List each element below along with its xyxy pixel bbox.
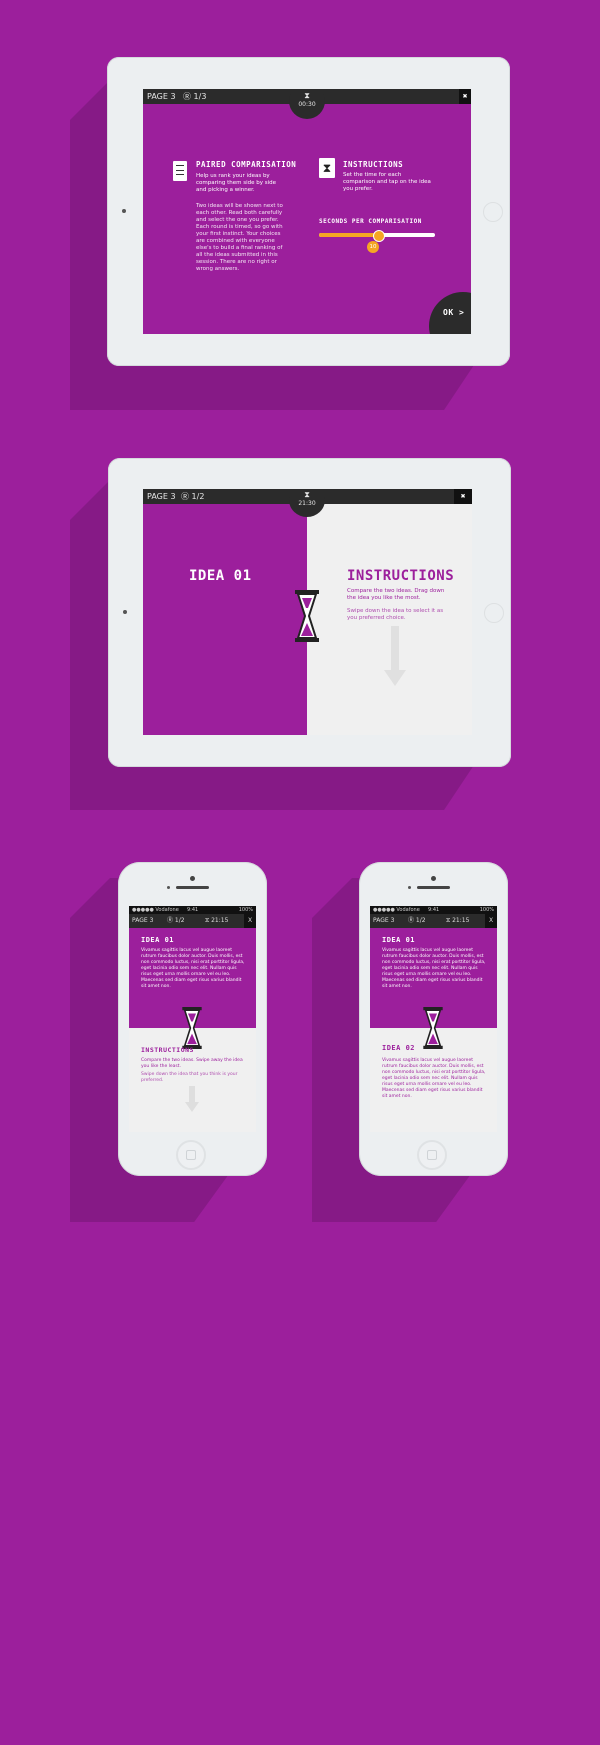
home-button[interactable]: [483, 202, 503, 222]
battery: 100%: [479, 907, 494, 913]
instructions-line1: Compare the two ideas. Drag down the ide…: [347, 588, 445, 601]
hourglass-icon: ⧗: [304, 490, 310, 499]
tablet1-screen: PAGE 3 Ⓡ 1/3 ✖ ⧗ 00:30 PAIRED COMPARISAT…: [143, 89, 471, 334]
hourglass-card-icon: ⧗: [319, 158, 335, 178]
timer-hub: ⧗ 00:30: [289, 89, 325, 119]
camera-dot: [123, 610, 127, 614]
paired-body: Two ideas will be shown next to each oth…: [196, 203, 283, 272]
close-button[interactable]: ✖: [459, 89, 471, 104]
top-bar: PAGE 3 Ⓡ 1/2 ⧖ 21:15 X: [370, 914, 497, 928]
page-indicator: PAGE 3: [373, 917, 395, 924]
votes-counter: Ⓡ 1/2: [181, 492, 205, 501]
phone2-screen: ●●●●● Vodafone 9:41 100% PAGE 3 Ⓡ 1/2 ⧖ …: [370, 906, 497, 1132]
timer-value: 00:30: [298, 101, 316, 108]
close-button[interactable]: X: [244, 914, 256, 928]
arrow-down-icon: [384, 626, 406, 688]
clock: 9:41: [187, 907, 199, 913]
phone1-screen: ●●●●● Vodafone 9:41 100% PAGE 3 Ⓡ 1/2 ⧖ …: [129, 906, 256, 1132]
instructions-title: INSTRUCTIONS: [343, 160, 404, 169]
instructions-body: Set the time for each comparison and tap…: [343, 172, 431, 192]
home-button[interactable]: [176, 1140, 206, 1170]
camera-dot: [122, 209, 126, 213]
slider-label: SECONDS PER COMPARISATION: [319, 218, 422, 225]
sensor-dot: [167, 886, 170, 889]
ok-button[interactable]: OK >: [429, 292, 471, 334]
idea-1-title: IDEA 01: [382, 936, 416, 944]
page-indicator: PAGE 3: [147, 492, 176, 501]
votes-counter: Ⓡ 1/2: [408, 917, 426, 924]
page-indicator: PAGE 3: [132, 917, 154, 924]
hourglass-icon: [179, 1007, 205, 1049]
checklist-icon: [173, 161, 187, 181]
paired-lead: Help us rank your ideas by comparing the…: [196, 173, 277, 193]
instructions-line2: Swipe down the idea to select it as you …: [347, 608, 444, 621]
canvas: { "tablet1": { "bar": {"page": "PAGE 3",…: [0, 0, 600, 1745]
status-bar: ●●●●● Vodafone 9:41 100%: [370, 906, 497, 914]
idea-title: IDEA 01: [141, 936, 175, 944]
idea-2-panel[interactable]: IDEA 02 Vivamus sagittis lacus vel augue…: [370, 1036, 497, 1132]
clock: 9:41: [428, 907, 440, 913]
home-button[interactable]: [484, 603, 504, 623]
idea-title: IDEA 01: [189, 568, 252, 584]
votes-counter: Ⓡ 1/2: [167, 917, 185, 924]
phone-1: ●●●●● Vodafone 9:41 100% PAGE 3 Ⓡ 1/2 ⧖ …: [118, 862, 267, 1176]
arrow-down-icon: [185, 1086, 199, 1112]
instructions-line2: Swipe down the idea that you think is yo…: [141, 1072, 238, 1083]
close-button[interactable]: ✖: [454, 489, 472, 504]
instructions-line1: Compare the two ideas. Swipe away the id…: [141, 1058, 243, 1069]
ok-label: OK >: [443, 308, 465, 317]
carrier: ●●●●● Vodafone: [373, 907, 420, 913]
home-button[interactable]: [417, 1140, 447, 1170]
paired-title: PAIRED COMPARISATION: [196, 160, 297, 169]
timer: ⧖ 21:15: [205, 917, 229, 924]
page-indicator: PAGE 3: [147, 92, 176, 101]
timer: ⧖ 21:15: [446, 917, 470, 924]
seconds-slider[interactable]: [319, 230, 435, 242]
phone-2: ●●●●● Vodafone 9:41 100% PAGE 3 Ⓡ 1/2 ⧖ …: [359, 862, 508, 1176]
instructions-title: INSTRUCTIONS: [141, 1046, 194, 1054]
tablet2-screen: PAGE 3 Ⓡ 1/2 ✖ ⧗ 21:30 IDEA 01 INSTRUCTI…: [143, 489, 472, 735]
tablet-2: PAGE 3 Ⓡ 1/2 ✖ ⧗ 21:30 IDEA 01 INSTRUCTI…: [108, 458, 511, 767]
top-bar: PAGE 3 Ⓡ 1/2 ⧖ 21:15 X: [129, 914, 256, 928]
front-camera: [190, 876, 195, 881]
speaker: [417, 886, 450, 889]
status-bar: ●●●●● Vodafone 9:41 100%: [129, 906, 256, 914]
timer-value: 21:30: [298, 500, 316, 507]
idea-panel[interactable]: [143, 489, 307, 735]
idea-1-text: Vivamus sagittis lacus vel augue laoreet…: [382, 948, 486, 989]
close-button[interactable]: X: [485, 914, 497, 928]
idea-2-title: IDEA 02: [382, 1044, 416, 1052]
tablet-1: PAGE 3 Ⓡ 1/3 ✖ ⧗ 00:30 PAIRED COMPARISAT…: [107, 57, 510, 366]
instructions-title: INSTRUCTIONS: [347, 568, 455, 584]
battery: 100%: [238, 907, 253, 913]
slider-fill: [319, 233, 377, 237]
carrier: ●●●●● Vodafone: [132, 907, 179, 913]
hourglass-icon: ⧗: [304, 91, 310, 100]
idea-text: Vivamus sagittis lacus vel augue laoreet…: [141, 948, 245, 989]
sensor-dot: [408, 886, 411, 889]
slider-value-badge: 10: [367, 241, 379, 253]
votes-counter: Ⓡ 1/3: [183, 92, 207, 101]
idea-2-text: Vivamus sagittis lacus vel augue laoreet…: [382, 1058, 486, 1099]
slider-handle[interactable]: [373, 230, 385, 242]
speaker: [176, 886, 209, 889]
hourglass-icon: [292, 590, 322, 642]
front-camera: [431, 876, 436, 881]
